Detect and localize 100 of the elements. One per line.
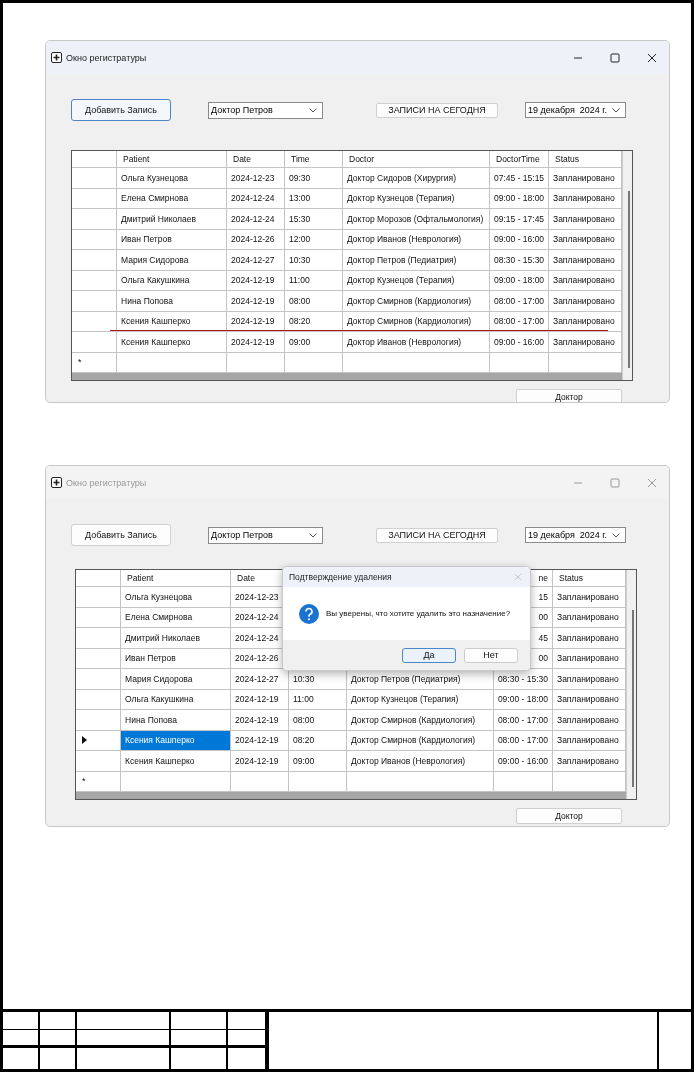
table-cell[interactable]: 11:00	[285, 270, 343, 291]
title-block-cell	[171, 1012, 228, 1030]
plus-icon	[51, 52, 62, 63]
table-cell[interactable]: Доктор Кузнецов (Терапия)	[343, 270, 490, 291]
table-cell[interactable]: 2024-12-24	[227, 209, 285, 230]
table-cell[interactable]: Елена Смирнова	[117, 188, 227, 209]
chevron-down-icon	[612, 532, 620, 538]
table-cell[interactable]: Мария Сидорова	[117, 250, 227, 271]
table-cell[interactable]: 2024-12-26	[227, 229, 285, 250]
plus-icon	[51, 477, 62, 488]
title-block-cell	[3, 1030, 40, 1048]
table-cell[interactable]: Мария Сидорова	[121, 669, 231, 690]
table-cell[interactable]: Иван Петров	[117, 229, 227, 250]
table-cell[interactable]: 2024-12-19	[227, 332, 285, 353]
add-record-button[interactable]: Добавить Запись	[71, 99, 171, 121]
table-cell[interactable]: 09:00	[285, 332, 343, 353]
table-cell[interactable]: Доктор Смирнов (Кардиология)	[347, 730, 494, 751]
title-block-cell	[171, 1030, 228, 1048]
chevron-down-icon	[309, 532, 317, 538]
table-cell[interactable]: Доктор Морозов (Офтальмология)	[343, 209, 490, 230]
doctor-dropdown[interactable]: Доктор Петров	[208, 101, 323, 119]
table-cell[interactable]: Доктор Смирнов (Кардиология)	[343, 291, 490, 312]
table-cell[interactable]: Доктор Сидоров (Хирургия)	[343, 168, 490, 189]
table-cell[interactable]: 09:00	[289, 751, 347, 772]
table-cell[interactable]: Ольга Какушкина	[117, 270, 227, 291]
table-cell[interactable]: 08:30 - 15:30	[490, 250, 549, 271]
table-cell[interactable]: 08:00 - 17:00	[494, 730, 553, 751]
table-cell[interactable]: 2024-12-19	[231, 710, 289, 731]
table-cell[interactable]: 09:00 - 16:00	[494, 751, 553, 772]
today-records-button[interactable]: ЗАПИСИ НА СЕГОДНЯ	[376, 102, 498, 118]
table-cell[interactable]: Доктор Смирнов (Кардиология)	[347, 710, 494, 731]
table-cell[interactable]: Ольга Кузнецова	[121, 587, 231, 608]
window-title: Окно регистратуры	[66, 477, 147, 488]
close-icon[interactable]	[647, 52, 657, 63]
table-cell[interactable]: Дмитрий Николаев	[121, 628, 231, 649]
title-block-cell	[228, 1012, 267, 1030]
table-cell[interactable]: 09:00 - 18:00	[494, 689, 553, 710]
dialog-button[interactable]: Да	[402, 647, 456, 663]
table-cell[interactable]: 2024-12-19	[231, 689, 289, 710]
table-cell[interactable]: 10:30	[285, 250, 343, 271]
table-cell[interactable]: Доктор Иванов (Неврология)	[343, 332, 490, 353]
horizontal-scrollbar[interactable]	[72, 373, 622, 380]
table-cell[interactable]: Елена Смирнова	[121, 607, 231, 628]
table-cell[interactable]: 08:00 - 17:00	[490, 291, 549, 312]
column-header[interactable]: Doctor	[343, 151, 490, 168]
table-cell[interactable]: 08:00	[285, 291, 343, 312]
table-cell[interactable]: 2024-12-24	[227, 188, 285, 209]
table-cell[interactable]: 09:30	[285, 168, 343, 189]
window-title: Окно регистратуры	[66, 52, 147, 63]
table-cell[interactable]: Доктор Кузнецов (Терапия)	[347, 689, 494, 710]
row-header[interactable]	[76, 730, 121, 751]
table-cell[interactable]: 2024-12-19	[227, 270, 285, 291]
dialog-message: Вы уверены, что хотите удалить это назначение?	[326, 609, 511, 618]
table-cell[interactable]: Ксения Кашперко	[117, 332, 227, 353]
table-cell[interactable]: Нина Попова	[121, 710, 231, 731]
maximize-icon[interactable]	[610, 52, 620, 63]
table-cell[interactable]: 2024-12-23	[227, 168, 285, 189]
table-cell[interactable]: Нина Попова	[117, 291, 227, 312]
table-cell[interactable]: Ольга Какушкина	[121, 689, 231, 710]
table-cell[interactable]: Дмитрий Николаев	[117, 209, 227, 230]
chevron-down-icon	[309, 107, 317, 113]
table-cell[interactable]: Ольга Кузнецова	[117, 168, 227, 189]
table-cell[interactable]: 08:00	[289, 710, 347, 731]
scrollbar[interactable]	[622, 151, 632, 380]
table-cell[interactable]: Доктор Иванов (Неврология)	[343, 229, 490, 250]
row-pointer-icon	[82, 736, 87, 745]
table-cell[interactable]: Ксения Кашперко	[121, 730, 231, 751]
table-cell[interactable]: 09:00 - 16:00	[490, 332, 549, 353]
table-cell[interactable]: 07:45 - 15:15	[490, 168, 549, 189]
table-cell[interactable]: 12:00	[285, 229, 343, 250]
table-cell[interactable]: Ксения Кашперко	[121, 751, 231, 772]
table-cell[interactable]: Доктор Иванов (Неврология)	[347, 751, 494, 772]
table-cell[interactable]: 2024-12-19	[231, 730, 289, 751]
title-block-cell	[40, 1012, 77, 1030]
table-cell[interactable]: 09:00 - 18:00	[490, 188, 549, 209]
table-cell[interactable]: Иван Петров	[121, 648, 231, 669]
table-cell[interactable]: Доктор Кузнецов (Терапия)	[343, 188, 490, 209]
question-icon	[299, 603, 319, 624]
title-block-cell	[40, 1030, 77, 1048]
table-cell[interactable]: 09:00 - 16:00	[490, 229, 549, 250]
table-cell[interactable]: 08:20	[289, 730, 347, 751]
title-block-cell	[228, 1030, 267, 1048]
table-cell[interactable]: 08:00 - 17:00	[494, 710, 553, 731]
table-cell[interactable]: 2024-12-19	[231, 751, 289, 772]
table-cell[interactable]: 2024-12-19	[227, 291, 285, 312]
dialog-button[interactable]: Нет	[464, 647, 518, 663]
column-header[interactable]: Time	[285, 151, 343, 168]
date-picker[interactable]: 19 декабря 2024 г.	[525, 102, 626, 118]
column-header[interactable]: DoctorTime	[490, 151, 549, 168]
table-cell[interactable]: 11:00	[289, 689, 347, 710]
table-cell[interactable]: 09:15 - 17:45	[490, 209, 549, 230]
column-header[interactable]: Patient	[117, 151, 227, 168]
doctor-button[interactable]: Доктор	[516, 389, 622, 402]
new-row-marker[interactable]: *	[72, 352, 117, 373]
table-cell[interactable]: 13:00	[285, 188, 343, 209]
column-header[interactable]: Date	[227, 151, 285, 168]
table-cell[interactable]: 2024-12-27	[227, 250, 285, 271]
table-cell[interactable]: 09:00 - 18:00	[490, 270, 549, 291]
table-cell[interactable]: 15:30	[285, 209, 343, 230]
table-cell[interactable]: Доктор Петров (Педиатрия)	[343, 250, 490, 271]
